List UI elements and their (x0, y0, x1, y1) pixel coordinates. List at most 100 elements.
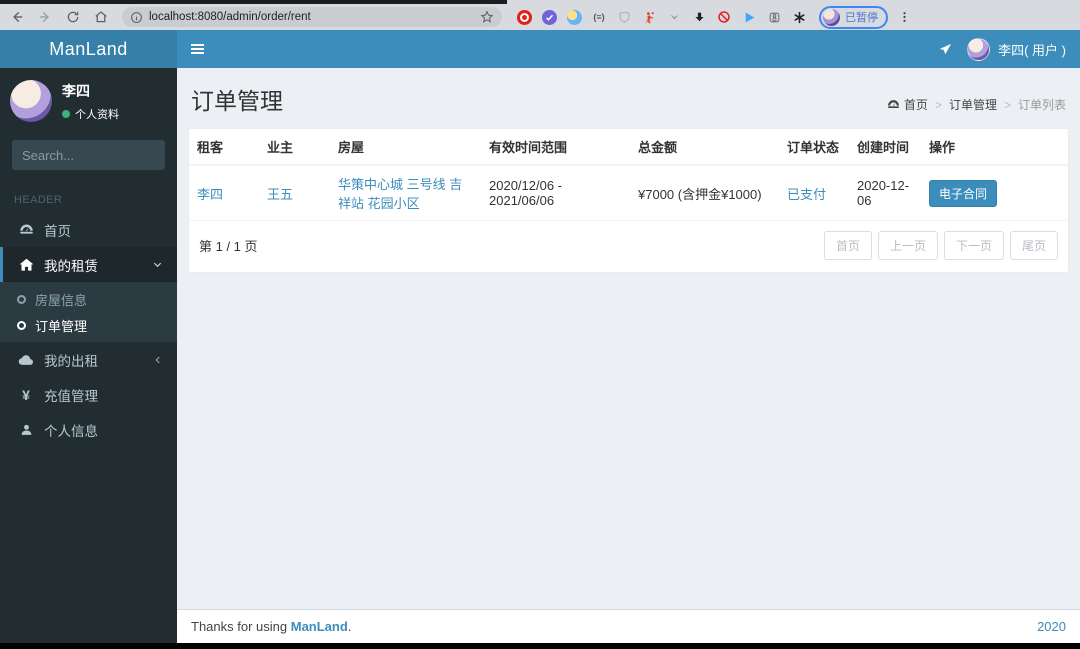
app-navbar: ManLand 李四( 用户 ) (0, 30, 1080, 68)
person-icon (17, 423, 35, 437)
footer-year-link[interactable]: 2020 (1037, 619, 1066, 634)
col-status: 订单状态 (779, 129, 849, 166)
shield-gray-icon[interactable] (616, 9, 632, 25)
col-amount: 总金额 (630, 129, 779, 166)
sidebar-profile-link[interactable]: 个人资料 (62, 106, 119, 122)
main-content: 订单管理 首页 > 订单管理 > 订单列表 租客 业主 房屋 有效时间范围 总金… (177, 68, 1080, 643)
forward-icon[interactable] (34, 6, 56, 28)
yen-icon: ¥ (22, 386, 30, 403)
circle-icon (17, 294, 26, 304)
dashboard-icon (17, 223, 35, 236)
order-table-card: 租客 业主 房屋 有效时间范围 总金额 订单状态 创建时间 操作 李四 王五 华 (188, 128, 1069, 273)
col-house: 房屋 (330, 129, 481, 166)
asterisk-black-icon[interactable] (791, 9, 807, 25)
square-gray-icon[interactable] (766, 9, 782, 25)
sidebar-item-order-management[interactable]: 订单管理 (0, 312, 177, 338)
play-blue-icon[interactable] (741, 9, 757, 25)
first-page-button[interactable]: 首页 (823, 231, 872, 260)
tabstrip-active-tab (507, 0, 1080, 4)
sidebar-item-label: 我的租赁 (44, 258, 98, 274)
sidebar-avatar (10, 80, 52, 122)
footer-brand-link[interactable]: ManLand (291, 619, 348, 634)
sidebar-item-house-info[interactable]: 房屋信息 (0, 286, 177, 312)
valid-range-value: 2020/12/06 - 2021/06/06 (489, 178, 563, 208)
col-valid-range: 有效时间范围 (481, 129, 630, 166)
back-icon[interactable] (6, 6, 28, 28)
search-input[interactable] (12, 140, 165, 170)
sidebar-item-label: 我的出租 (44, 353, 98, 369)
tabstrip-dark-segment (0, 0, 507, 4)
sidebar-profile-label: 个人资料 (75, 108, 119, 121)
profile-badge-label: 已暂停 (845, 12, 878, 24)
window-bottom-edge (0, 643, 1080, 649)
house-link[interactable]: 华策中心城 三号线 吉祥站 花园小区 (338, 177, 462, 211)
home-icon[interactable] (90, 6, 112, 28)
house-icon (17, 258, 35, 272)
footer: Thanks for using ManLand . 2020 (177, 609, 1080, 643)
sidebar-item-recharge[interactable]: ¥ 充值管理 (0, 377, 177, 412)
reload-icon[interactable] (62, 6, 84, 28)
breadcrumb-separator: > (934, 97, 942, 112)
sidebar-item-label: 充值管理 (44, 388, 98, 404)
hamburger-icon (190, 42, 204, 56)
e-contract-button[interactable]: 电子合同 (929, 179, 998, 207)
sidebar-user-panel: 李四 个人资料 (0, 68, 177, 134)
browser-profile-badge[interactable]: 已暂停 (819, 5, 888, 29)
pagination: 第 1 / 1 页 首页 上一页 下一页 尾页 (189, 221, 1068, 272)
next-page-button[interactable]: 下一页 (943, 231, 1004, 260)
breadcrumb-home[interactable]: 首页 (887, 96, 928, 113)
brackets-icon[interactable]: (≡) (591, 9, 607, 25)
cloud-icon (17, 354, 35, 366)
table-row: 李四 王五 华策中心城 三号线 吉祥站 花园小区 2020/12/06 - 20… (189, 165, 1068, 221)
status-link[interactable]: 已支付 (787, 187, 826, 202)
browser-chrome: localhost:8080/admin/order/rent (≡) 已暂停 (0, 0, 1080, 30)
sidebar-item-my-rent[interactable]: 我的租赁 (0, 247, 177, 282)
last-page-button[interactable]: 尾页 (1009, 231, 1058, 260)
brand-logo[interactable]: ManLand (0, 30, 177, 68)
breadcrumb-order-management[interactable]: 订单管理 (949, 96, 997, 113)
download-black-icon[interactable] (691, 9, 707, 25)
table-header-row: 租客 业主 房屋 有效时间范围 总金额 订单状态 创建时间 操作 (189, 129, 1068, 166)
url-text[interactable]: localhost:8080/admin/order/rent (149, 11, 474, 23)
extension-icons: (≡) (516, 9, 807, 25)
pen-blue-icon[interactable] (566, 9, 582, 25)
browser-tabstrip (0, 0, 1080, 4)
chevron-gray-icon[interactable] (666, 9, 682, 25)
address-bar[interactable]: localhost:8080/admin/order/rent (122, 7, 502, 27)
col-actions: 操作 (921, 129, 1068, 166)
sidebar-item-label: 个人信息 (44, 423, 98, 439)
sidebar-user-name: 李四 (62, 82, 90, 99)
footer-period: . (347, 619, 352, 634)
sidebar-submenu-my-rent: 房屋信息 订单管理 (0, 282, 177, 342)
send-plane-icon[interactable] (938, 42, 953, 57)
col-created: 创建时间 (849, 129, 921, 166)
submenu-item-label: 房屋信息 (35, 292, 88, 308)
user-menu[interactable]: 李四( 用户 ) (967, 37, 1066, 61)
sidebar-item-personal-info[interactable]: 个人信息 (0, 412, 177, 447)
sidebar-item-label: 首页 (44, 223, 71, 239)
chevron-left-icon (153, 355, 163, 365)
blocker-red-icon[interactable] (716, 9, 732, 25)
opera-red-icon[interactable] (516, 9, 532, 25)
runner-red-icon[interactable] (641, 9, 657, 25)
page-title: 订单管理 (191, 88, 283, 114)
amount-value: ¥7000 (含押金¥1000) (638, 186, 762, 202)
purple-check-icon[interactable] (541, 9, 557, 25)
order-table: 租客 业主 房屋 有效时间范围 总金额 订单状态 创建时间 操作 李四 王五 华 (189, 129, 1068, 221)
owner-link[interactable]: 王五 (267, 187, 293, 202)
footer-text: Thanks for using (191, 619, 288, 634)
page-info-icon[interactable] (130, 11, 143, 24)
sidebar-item-my-lease-out[interactable]: 我的出租 (0, 342, 177, 377)
tenant-link[interactable]: 李四 (197, 187, 223, 202)
sidebar-item-home[interactable]: 首页 (0, 212, 177, 247)
prev-page-button[interactable]: 上一页 (877, 231, 938, 260)
user-name-label: 李四( 用户 ) (998, 42, 1066, 58)
bookmark-star-icon[interactable] (480, 10, 494, 24)
sidebar-toggle-button[interactable] (177, 30, 217, 68)
breadcrumb: 首页 > 订单管理 > 订单列表 (887, 96, 1066, 116)
browser-menu-icon[interactable] (898, 10, 911, 24)
col-owner: 业主 (259, 129, 330, 166)
online-status-icon (62, 109, 70, 118)
circle-icon (17, 320, 26, 330)
sidebar-search (12, 140, 165, 170)
